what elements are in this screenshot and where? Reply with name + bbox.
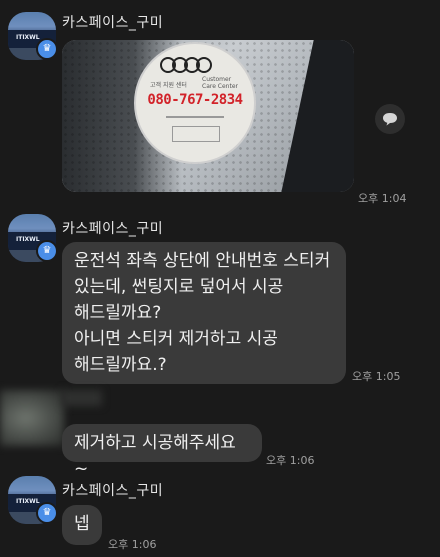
- avatar-sign: ITIXWL: [16, 498, 40, 505]
- sender-name[interactable]: 카스페이스_구미: [62, 12, 163, 32]
- sticker-line2: Care Center: [202, 83, 238, 90]
- crown-badge-icon: ♛: [36, 38, 58, 60]
- message-time: 오후 1:06: [266, 454, 315, 467]
- message-bubble[interactable]: 제거하고 시공해주세요~: [62, 424, 262, 479]
- avatar-sign: ITIXWL: [16, 236, 40, 243]
- message-line: 해드릴까요.?: [74, 355, 167, 375]
- message-time: 오후 1:06: [108, 538, 157, 551]
- message-bubble[interactable]: 운전석 좌측 상단에 안내번호 스티커 있는데, 썬팅지로 덮어서 시공 해드릴…: [62, 242, 346, 384]
- sticker-box: [172, 126, 220, 142]
- audi-sticker: 고객 지원 센터 Customer Care Center 080-767-28…: [134, 42, 256, 164]
- message-line: 아니면 스티커 제거하고 시공: [74, 329, 278, 349]
- message-line: 제거하고 시공해주세요~: [74, 433, 236, 479]
- message-line: 해드릴까요?: [74, 303, 162, 323]
- message-line: 있는데, 썬팅지로 덮어서 시공: [74, 277, 284, 297]
- chat-room: ITIXWL ♛ 카스페이스_구미 고객 지원 센터 Customer Care…: [0, 0, 440, 557]
- blurred-avatar: [0, 390, 64, 446]
- avatar-sign: ITIXWL: [16, 34, 40, 41]
- message-bubble[interactable]: 넵: [62, 505, 102, 545]
- sticker-phone-number: 080-767-2834: [147, 92, 243, 108]
- message-time: 오후 1:05: [352, 370, 401, 383]
- photo-message[interactable]: 고객 지원 센터 Customer Care Center 080-767-28…: [62, 40, 354, 192]
- speech-bubble-icon: [383, 113, 397, 126]
- sticker-line1: Customer: [202, 76, 232, 83]
- sender-name[interactable]: 카스페이스_구미: [62, 218, 163, 238]
- crown-badge-icon: ♛: [36, 240, 58, 262]
- audi-rings-icon: [160, 57, 212, 73]
- blurred-sender-name: [62, 390, 102, 406]
- message-line: 운전석 좌측 상단에 안내번호 스티커: [74, 251, 331, 271]
- crown-badge-icon: ♛: [36, 502, 58, 524]
- sender-name[interactable]: 카스페이스_구미: [62, 480, 163, 500]
- sticker-title-ko: 고객 지원 센터: [150, 82, 187, 89]
- sticker-divider: [166, 116, 224, 118]
- share-button[interactable]: [375, 104, 405, 134]
- message-time: 오후 1:04: [358, 192, 407, 205]
- message-line: 넵: [74, 514, 90, 534]
